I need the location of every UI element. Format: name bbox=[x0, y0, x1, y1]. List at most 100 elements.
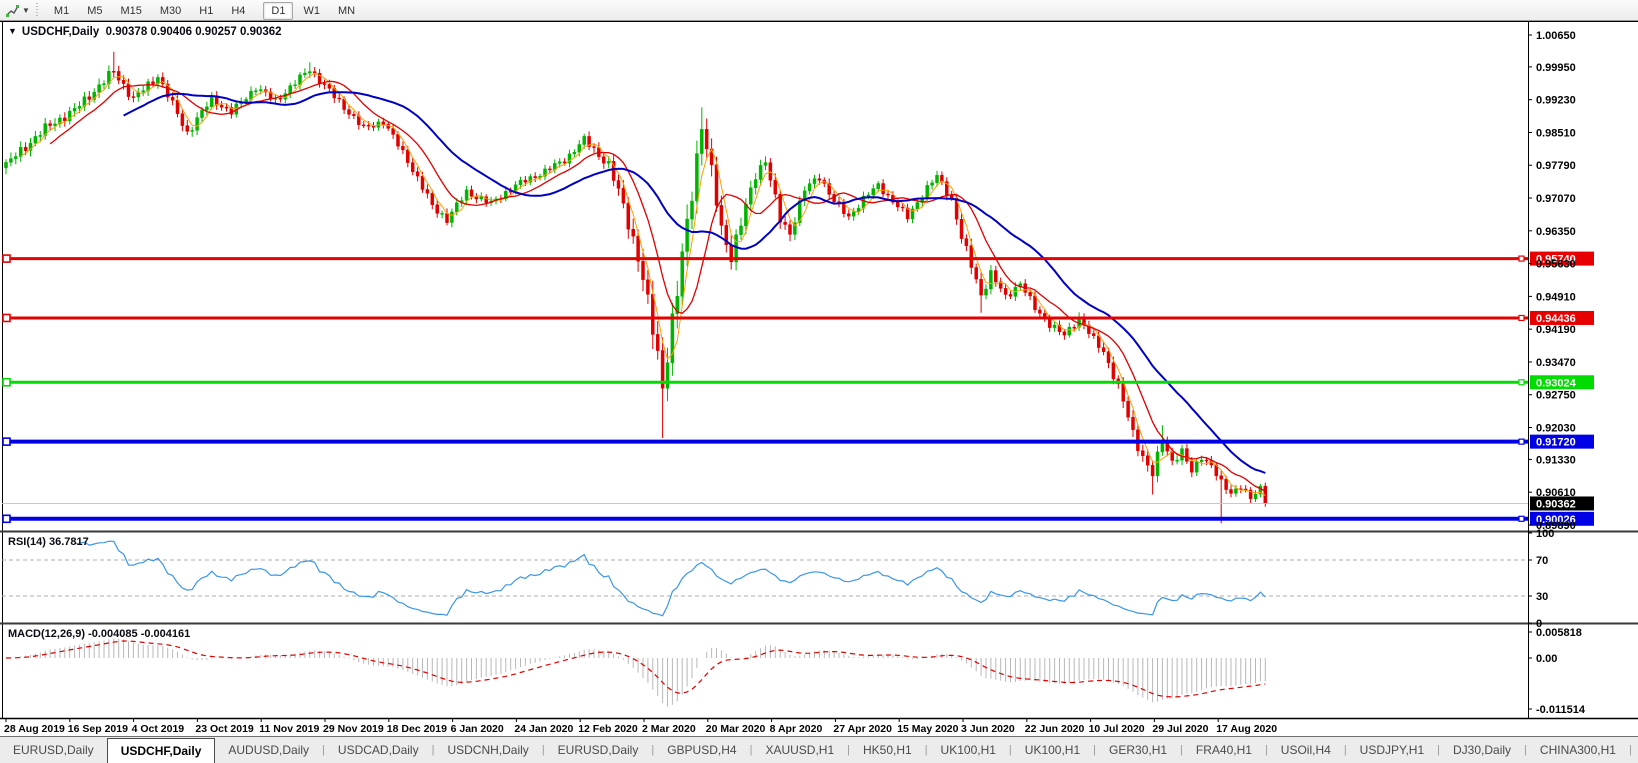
hline-price-tag: 0.91720 bbox=[1530, 435, 1594, 449]
hline-price-tag: 0.94436 bbox=[1530, 311, 1594, 325]
svg-text:0.97070: 0.97070 bbox=[1536, 193, 1576, 205]
chart-tab-audusd-daily[interactable]: AUDUSD,Daily bbox=[215, 737, 322, 763]
chart-symbol: USDCHF,Daily bbox=[22, 26, 99, 38]
svg-text:0.98510: 0.98510 bbox=[1536, 127, 1576, 139]
svg-text:29 Jul 2020: 29 Jul 2020 bbox=[1152, 723, 1208, 735]
svg-text:12 Feb 2020: 12 Feb 2020 bbox=[578, 723, 638, 735]
svg-text:0.94190: 0.94190 bbox=[1536, 324, 1576, 336]
svg-text:16 Sep 2019: 16 Sep 2019 bbox=[68, 723, 128, 735]
svg-text:0.92750: 0.92750 bbox=[1536, 390, 1576, 402]
svg-text:2 Mar 2020: 2 Mar 2020 bbox=[642, 723, 696, 735]
chart-tab-china300-h1[interactable]: CHINA300,H1 bbox=[1527, 737, 1629, 763]
chart-tab-fra40-h1[interactable]: FRA40,H1 bbox=[1183, 737, 1265, 763]
macd-value-signal: -0.004161 bbox=[141, 628, 191, 640]
svg-text:0.99230: 0.99230 bbox=[1536, 95, 1576, 107]
chart-tab-usdchf-daily[interactable]: USDCHF,Daily bbox=[107, 738, 216, 763]
timeframe-button-m1[interactable]: M1 bbox=[46, 2, 77, 20]
svg-text:0.97790: 0.97790 bbox=[1536, 160, 1576, 172]
svg-text:0.94910: 0.94910 bbox=[1536, 291, 1576, 303]
triangle-down-icon[interactable]: ▼ bbox=[8, 26, 17, 36]
macd-indicator-label: MACD(12,26,9) -0.004085 -0.004161 bbox=[8, 628, 190, 640]
ohlc-close: 0.90362 bbox=[240, 26, 282, 38]
svg-text:0.93024: 0.93024 bbox=[1536, 377, 1577, 389]
timeframe-button-w1[interactable]: W1 bbox=[295, 2, 328, 20]
svg-text:18 Dec 2019: 18 Dec 2019 bbox=[387, 723, 447, 735]
chart-tab-xauusd-h1[interactable]: XAUUSD,H1 bbox=[752, 737, 847, 763]
svg-text:11 Nov 2019: 11 Nov 2019 bbox=[259, 723, 319, 735]
svg-text:27 Apr 2020: 27 Apr 2020 bbox=[833, 723, 892, 735]
svg-text:23 Oct 2019: 23 Oct 2019 bbox=[195, 723, 254, 735]
svg-text:0.96350: 0.96350 bbox=[1536, 226, 1576, 238]
toolbar-grip[interactable] bbox=[35, 3, 40, 18]
rsi-value: 36.7817 bbox=[49, 536, 89, 548]
hline-anchor-icon[interactable] bbox=[3, 314, 10, 321]
svg-text:0.90610: 0.90610 bbox=[1536, 487, 1576, 499]
svg-text:0.005818: 0.005818 bbox=[1536, 627, 1582, 639]
svg-text:20 Mar 2020: 20 Mar 2020 bbox=[706, 723, 766, 735]
hline-anchor-icon[interactable] bbox=[3, 438, 10, 445]
chart-tab-dj30-daily[interactable]: DJ30,Daily bbox=[1440, 737, 1524, 763]
chart-tab-hk50-h1[interactable]: HK50,H1 bbox=[850, 737, 925, 763]
svg-text:15 May 2020: 15 May 2020 bbox=[897, 723, 958, 735]
svg-text:0.91330: 0.91330 bbox=[1536, 454, 1576, 466]
chart-tab-eurusd-daily[interactable]: EURUSD,Daily bbox=[0, 737, 107, 763]
svg-text:0.99950: 0.99950 bbox=[1536, 62, 1576, 74]
chart-tab-uk100-h1[interactable]: UK100,H1 bbox=[928, 737, 1009, 763]
timeframe-button-m15[interactable]: M15 bbox=[112, 2, 149, 20]
timeframe-toolbar: M1M5M15M30H1H4 D1W1MN bbox=[45, 1, 364, 19]
svg-text:0.90362: 0.90362 bbox=[1536, 498, 1576, 510]
rsi-indicator-label: RSI(14) 36.7817 bbox=[8, 536, 89, 548]
svg-text:3 Jun 2020: 3 Jun 2020 bbox=[961, 723, 1015, 735]
timeframe-button-d1[interactable]: D1 bbox=[263, 2, 293, 20]
chart-tab-uk100-h1[interactable]: UK100,H1 bbox=[1012, 737, 1093, 763]
svg-text:70: 70 bbox=[1536, 555, 1548, 567]
chart-tab-eurusd-daily[interactable]: EURUSD,Daily bbox=[545, 737, 652, 763]
svg-text:6 Jan 2020: 6 Jan 2020 bbox=[451, 723, 504, 735]
chart-tab-usoil-h4[interactable]: USOil,H4 bbox=[1268, 737, 1344, 763]
svg-text:0.00: 0.00 bbox=[1536, 653, 1557, 665]
svg-text:17 Aug 2020: 17 Aug 2020 bbox=[1216, 723, 1277, 735]
svg-text:0.95630: 0.95630 bbox=[1536, 259, 1576, 271]
svg-text:100: 100 bbox=[1536, 528, 1554, 540]
svg-text:22 Jun 2020: 22 Jun 2020 bbox=[1025, 723, 1085, 735]
svg-text:10 Jul 2020: 10 Jul 2020 bbox=[1089, 723, 1145, 735]
timeframe-button-h4[interactable]: H4 bbox=[223, 2, 253, 20]
trading-terminal-window: ▼ M1M5M15M30H1H4 D1W1MN 0.957400.944360.9… bbox=[0, 0, 1638, 763]
date-axis: 28 Aug 201916 Sep 2019 4 Oct 2019 23 Oct 2… bbox=[4, 718, 1277, 735]
svg-text:28 Aug 2019: 28 Aug 2019 bbox=[4, 723, 65, 735]
ohlc-low: 0.90257 bbox=[195, 26, 237, 38]
svg-text:0.91720: 0.91720 bbox=[1536, 437, 1576, 449]
svg-text:30: 30 bbox=[1536, 591, 1548, 603]
svg-text:0.92030: 0.92030 bbox=[1536, 423, 1576, 435]
timeframe-button-mn[interactable]: MN bbox=[330, 2, 363, 20]
chart-canvas[interactable]: 0.957400.944360.930240.917200.900260.903… bbox=[0, 0, 1638, 763]
chart-tab-ger30-h1[interactable]: GER30,H1 bbox=[1096, 737, 1180, 763]
hline-price-tag: 0.93024 bbox=[1530, 375, 1594, 389]
hline-anchor-icon[interactable] bbox=[3, 255, 10, 262]
svg-text:4 Oct 2019: 4 Oct 2019 bbox=[132, 723, 185, 735]
hline-anchor-icon[interactable] bbox=[3, 379, 10, 386]
chart-tab-gbpusd-h4[interactable]: GBPUSD,H4 bbox=[654, 737, 749, 763]
hline-anchor-icon[interactable] bbox=[3, 515, 10, 522]
timeframe-button-h1[interactable]: H1 bbox=[191, 2, 221, 20]
timeframe-button-m5[interactable]: M5 bbox=[79, 2, 110, 20]
chart-tab-usoil-h1[interactable]: USOil,H1 bbox=[1632, 737, 1638, 763]
ohlc-high: 0.90406 bbox=[150, 26, 192, 38]
chart-title: ▼ USDCHF,Daily 0.90378 0.90406 0.90257 0.… bbox=[8, 26, 282, 38]
crosshair-tool-icon[interactable] bbox=[4, 2, 21, 18]
caret-down-icon[interactable]: ▼ bbox=[22, 6, 30, 15]
chart-tab-usdcnh-daily[interactable]: USDCNH,Daily bbox=[434, 737, 541, 763]
svg-text:24 Jan 2020: 24 Jan 2020 bbox=[514, 723, 573, 735]
timeframe-button-m30[interactable]: M30 bbox=[152, 2, 189, 20]
svg-text:0.94436: 0.94436 bbox=[1536, 313, 1576, 325]
svg-text:-0.011514: -0.011514 bbox=[1536, 704, 1586, 716]
ohlc-open: 0.90378 bbox=[106, 26, 148, 38]
chart-tab-bar: EURUSD,DailyUSDCHF,DailyAUDUSD,Daily|USD… bbox=[0, 736, 1638, 763]
chart-tab-usdcad-daily[interactable]: USDCAD,Daily bbox=[325, 737, 432, 763]
chart-tab-usdjpy-h1[interactable]: USDJPY,H1 bbox=[1347, 737, 1437, 763]
svg-text:0.93470: 0.93470 bbox=[1536, 357, 1576, 369]
svg-text:1.00650: 1.00650 bbox=[1536, 30, 1576, 42]
top-toolbar: ▼ M1M5M15M30H1H4 D1W1MN bbox=[0, 0, 1638, 21]
svg-text:29 Nov 2019: 29 Nov 2019 bbox=[323, 723, 384, 735]
macd-value-main: -0.004085 bbox=[88, 628, 138, 640]
